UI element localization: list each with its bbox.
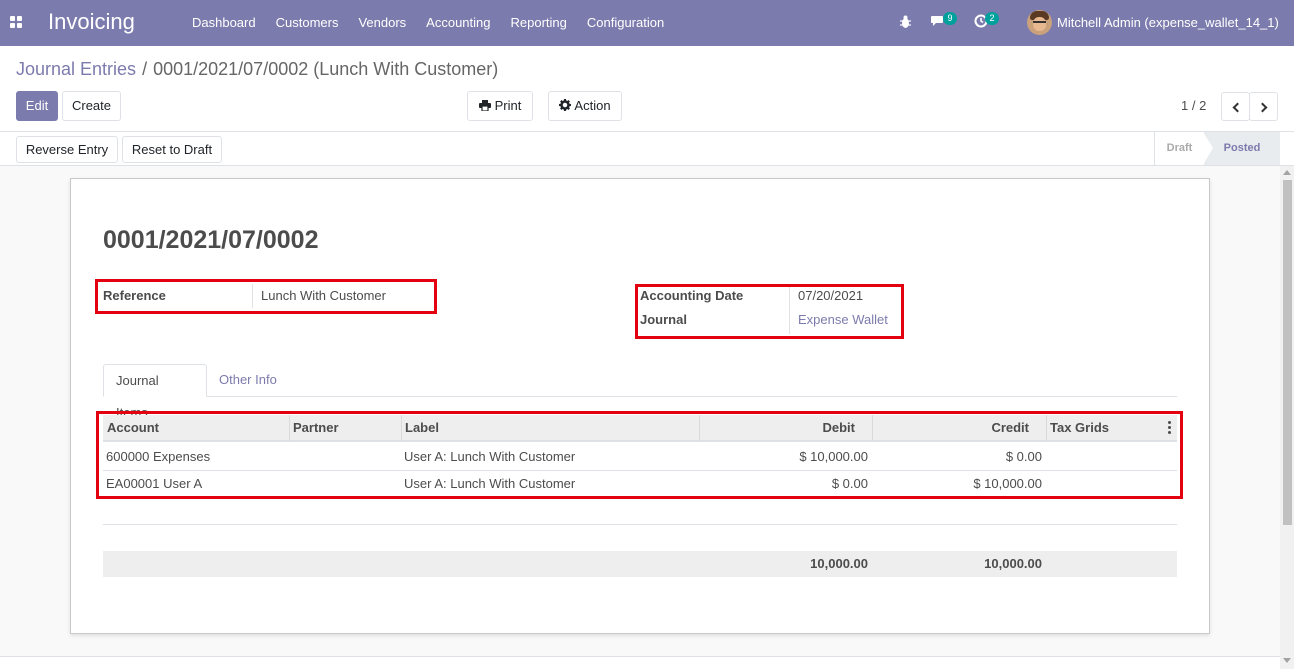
statusbar: Reverse Entry Reset to Draft Draft Poste…	[0, 131, 1294, 166]
main-menu: Dashboard Customers Vendors Accounting R…	[182, 0, 674, 46]
scroll-down-arrow-icon[interactable]	[1283, 658, 1291, 663]
total-debit: 10,000.00	[810, 556, 868, 571]
pager-value[interactable]: 1 / 2	[1181, 98, 1206, 113]
menu-reporting[interactable]: Reporting	[501, 0, 577, 46]
reset-to-draft-button[interactable]: Reset to Draft	[122, 136, 222, 163]
top-navbar: Invoicing Dashboard Customers Vendors Ac…	[0, 0, 1294, 46]
gear-icon	[559, 99, 572, 111]
bottom-strip	[0, 656, 1280, 669]
menu-customers[interactable]: Customers	[266, 0, 349, 46]
breadcrumb-journal-entries[interactable]: Journal Entries	[16, 59, 136, 79]
chevron-right-icon	[1257, 102, 1267, 113]
status-draft[interactable]: Draft	[1154, 132, 1204, 165]
app-brand[interactable]: Invoicing	[48, 9, 135, 35]
printer-icon	[478, 100, 491, 112]
scroll-thumb[interactable]	[1283, 180, 1292, 525]
print-button[interactable]: Print	[467, 91, 533, 121]
print-label: Print	[494, 98, 522, 113]
user-avatar[interactable]	[1027, 10, 1052, 35]
chevron-left-icon	[1232, 102, 1242, 113]
breadcrumb-current: 0001/2021/07/0002 (Lunch With Customer)	[153, 59, 499, 79]
highlight-journal-items	[96, 411, 1183, 499]
menu-configuration[interactable]: Configuration	[577, 0, 674, 46]
menu-dashboard[interactable]: Dashboard	[182, 0, 266, 46]
menu-vendors[interactable]: Vendors	[348, 0, 416, 46]
apps-menu-icon[interactable]	[10, 16, 23, 29]
status-posted[interactable]: Posted	[1204, 132, 1280, 165]
highlight-reference	[95, 279, 437, 314]
record-title: 0001/2021/07/0002	[103, 226, 319, 254]
highlight-date-journal	[635, 284, 904, 339]
scroll-up-arrow-icon[interactable]	[1283, 170, 1291, 175]
breadcrumb-separator: /	[142, 59, 148, 79]
menu-accounting[interactable]: Accounting	[416, 0, 500, 46]
create-button[interactable]: Create	[62, 91, 121, 121]
breadcrumb: Journal Entries /0001/2021/07/0002 (Lunch…	[16, 59, 498, 80]
pager-next-button[interactable]	[1249, 92, 1278, 121]
total-credit: 10,000.00	[984, 556, 1042, 571]
reverse-entry-button[interactable]: Reverse Entry	[16, 136, 118, 163]
row-divider	[103, 524, 1177, 525]
tab-journal-items[interactable]: Journal Items	[103, 364, 207, 420]
debug-bug-icon[interactable]	[900, 15, 911, 29]
vertical-scrollbar[interactable]	[1280, 166, 1294, 669]
action-label: Action	[574, 98, 611, 113]
edit-button[interactable]: Edit	[16, 91, 58, 121]
pager-previous-button[interactable]	[1221, 92, 1250, 121]
status-arrow	[1203, 132, 1213, 165]
action-button[interactable]: Action	[548, 91, 622, 121]
messages-count-badge: 9	[943, 12, 957, 25]
activities-count-badge: 2	[985, 12, 999, 25]
tab-other-info[interactable]: Other Info	[207, 364, 289, 397]
user-menu-name[interactable]: Mitchell Admin (expense_wallet_14_1)	[1057, 15, 1279, 30]
